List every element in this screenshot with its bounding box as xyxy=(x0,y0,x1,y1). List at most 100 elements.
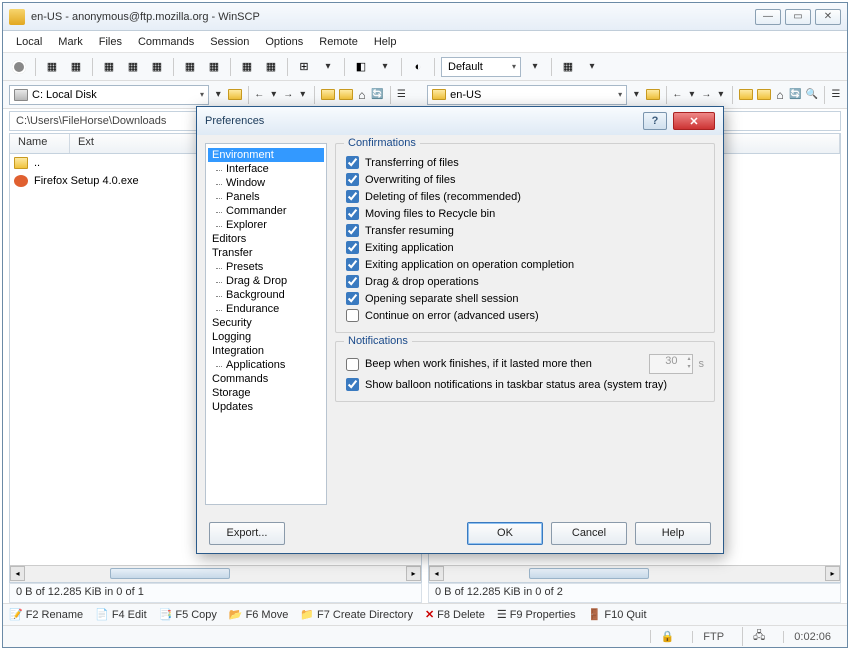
confirmation-checkbox[interactable] xyxy=(346,207,359,220)
close-button[interactable]: ✕ xyxy=(815,9,841,25)
beep-seconds-spinner[interactable]: 30 xyxy=(649,354,693,374)
tree-node[interactable]: Drag & Drop xyxy=(208,274,324,288)
find-icon[interactable]: 🔍 xyxy=(806,85,818,105)
confirmation-checkbox[interactable] xyxy=(346,258,359,271)
tool-btn[interactable]: ▦ xyxy=(66,57,86,77)
back-icon[interactable]: ← xyxy=(254,85,265,105)
chevron-down-icon[interactable]: ▾ xyxy=(631,85,642,105)
menu-files[interactable]: Files xyxy=(92,34,129,50)
chevron-down-icon[interactable]: ▾ xyxy=(582,57,602,77)
remote-folder-combo[interactable]: en-US xyxy=(427,85,627,105)
tree-node[interactable]: Integration xyxy=(208,344,324,358)
tool-btn[interactable]: ▦ xyxy=(558,57,578,77)
tree-node[interactable]: Interface xyxy=(208,162,324,176)
tree-node[interactable]: Security xyxy=(208,316,324,330)
local-drive-combo[interactable]: C: Local Disk xyxy=(9,85,209,105)
confirmation-checkbox[interactable] xyxy=(346,190,359,203)
tree-icon[interactable]: ☰ xyxy=(831,85,842,105)
cancel-button[interactable]: Cancel xyxy=(551,522,627,545)
tool-btn[interactable]: ▦ xyxy=(180,57,200,77)
chevron-down-icon[interactable]: ▾ xyxy=(269,85,280,105)
preferences-tree[interactable]: EnvironmentInterfaceWindowPanelsCommande… xyxy=(205,143,327,505)
tree-node[interactable]: Editors xyxy=(208,232,324,246)
fn-delete[interactable]: ✕F8 Delete xyxy=(425,608,485,621)
fn-create-dir[interactable]: 📁F7 Create Directory xyxy=(300,608,413,621)
back-icon[interactable]: ← xyxy=(672,85,683,105)
menu-commands[interactable]: Commands xyxy=(131,34,201,50)
col-name[interactable]: Name xyxy=(10,134,70,153)
chevron-down-icon[interactable]: ▾ xyxy=(375,57,395,77)
help-button[interactable]: Help xyxy=(635,522,711,545)
tree-node[interactable]: Environment xyxy=(208,148,324,162)
tree-node[interactable]: Window xyxy=(208,176,324,190)
confirmation-checkbox[interactable] xyxy=(346,292,359,305)
chevron-down-icon[interactable]: ▾ xyxy=(318,57,338,77)
folder-icon[interactable] xyxy=(757,85,771,105)
open-folder-icon[interactable] xyxy=(228,85,242,105)
folder-icon[interactable] xyxy=(739,85,753,105)
refresh-icon[interactable]: 🔄 xyxy=(789,85,801,105)
chevron-down-icon[interactable]: ▾ xyxy=(213,85,224,105)
forward-icon[interactable]: → xyxy=(701,85,712,105)
tool-btn[interactable]: ▦ xyxy=(147,57,167,77)
h-scrollbar[interactable]: ◂▸ xyxy=(429,565,840,582)
tree-node[interactable]: Storage xyxy=(208,386,324,400)
confirmation-checkbox[interactable] xyxy=(346,309,359,322)
chevron-down-icon[interactable]: ▾ xyxy=(298,85,309,105)
chevron-down-icon[interactable]: ▾ xyxy=(716,85,727,105)
minimize-button[interactable]: — xyxy=(755,9,781,25)
fn-properties[interactable]: ☰F9 Properties xyxy=(497,608,576,621)
confirmation-checkbox[interactable] xyxy=(346,241,359,254)
forward-icon[interactable]: → xyxy=(283,85,294,105)
tree-node[interactable]: Commander xyxy=(208,204,324,218)
tool-btn[interactable]: ▦ xyxy=(123,57,143,77)
tree-node[interactable]: Logging xyxy=(208,330,324,344)
menu-remote[interactable]: Remote xyxy=(312,34,365,50)
menu-options[interactable]: Options xyxy=(258,34,310,50)
tree-node[interactable]: Applications xyxy=(208,358,324,372)
dialog-close-button[interactable]: ✕ xyxy=(673,112,715,130)
menu-session[interactable]: Session xyxy=(203,34,256,50)
confirmation-checkbox[interactable] xyxy=(346,173,359,186)
fn-move[interactable]: 📂F6 Move xyxy=(229,608,288,621)
balloon-checkbox[interactable] xyxy=(346,378,359,391)
tool-btn[interactable]: ▦ xyxy=(261,57,281,77)
fn-edit[interactable]: 📄F4 Edit xyxy=(95,608,147,621)
confirmation-checkbox[interactable] xyxy=(346,156,359,169)
h-scrollbar[interactable]: ◂▸ xyxy=(10,565,421,582)
confirmation-checkbox[interactable] xyxy=(346,275,359,288)
fn-rename[interactable]: 📝F2 Rename xyxy=(9,608,83,621)
menu-local[interactable]: Local xyxy=(9,34,49,50)
tree-node[interactable]: Endurance xyxy=(208,302,324,316)
menu-mark[interactable]: Mark xyxy=(51,34,89,50)
tree-node[interactable]: Background xyxy=(208,288,324,302)
tool-btn[interactable]: ◐ xyxy=(408,57,428,77)
gear-icon[interactable] xyxy=(9,57,29,77)
home-icon[interactable]: ⌂ xyxy=(775,85,786,105)
tool-btn[interactable]: ▦ xyxy=(204,57,224,77)
dialog-help-button[interactable]: ? xyxy=(643,112,667,130)
folder-icon[interactable] xyxy=(321,85,335,105)
dialog-titlebar[interactable]: Preferences ? ✕ xyxy=(197,107,723,135)
confirmation-checkbox[interactable] xyxy=(346,224,359,237)
tree-node[interactable]: Presets xyxy=(208,260,324,274)
transfer-preset-combo[interactable]: Default xyxy=(441,57,521,77)
tree-node[interactable]: Transfer xyxy=(208,246,324,260)
fn-quit[interactable]: 🚪F10 Quit xyxy=(588,608,647,621)
tree-node[interactable]: Updates xyxy=(208,400,324,414)
tree-node[interactable]: Panels xyxy=(208,190,324,204)
beep-checkbox[interactable] xyxy=(346,358,359,371)
tool-btn[interactable]: ▦ xyxy=(42,57,62,77)
fn-copy[interactable]: 📑F5 Copy xyxy=(159,608,217,621)
export-button[interactable]: Export... xyxy=(209,522,285,545)
home-icon[interactable]: ⌂ xyxy=(357,85,368,105)
chevron-down-icon[interactable]: ▾ xyxy=(687,85,698,105)
refresh-icon[interactable]: 🔄 xyxy=(371,85,383,105)
chevron-down-icon[interactable]: ▾ xyxy=(525,57,545,77)
tree-node[interactable]: Explorer xyxy=(208,218,324,232)
titlebar[interactable]: en-US - anonymous@ftp.mozilla.org - WinS… xyxy=(3,3,847,31)
open-folder-icon[interactable] xyxy=(646,85,660,105)
folder-icon[interactable] xyxy=(339,85,353,105)
tool-btn[interactable]: ▦ xyxy=(99,57,119,77)
tool-btn[interactable]: ⊞ xyxy=(294,57,314,77)
